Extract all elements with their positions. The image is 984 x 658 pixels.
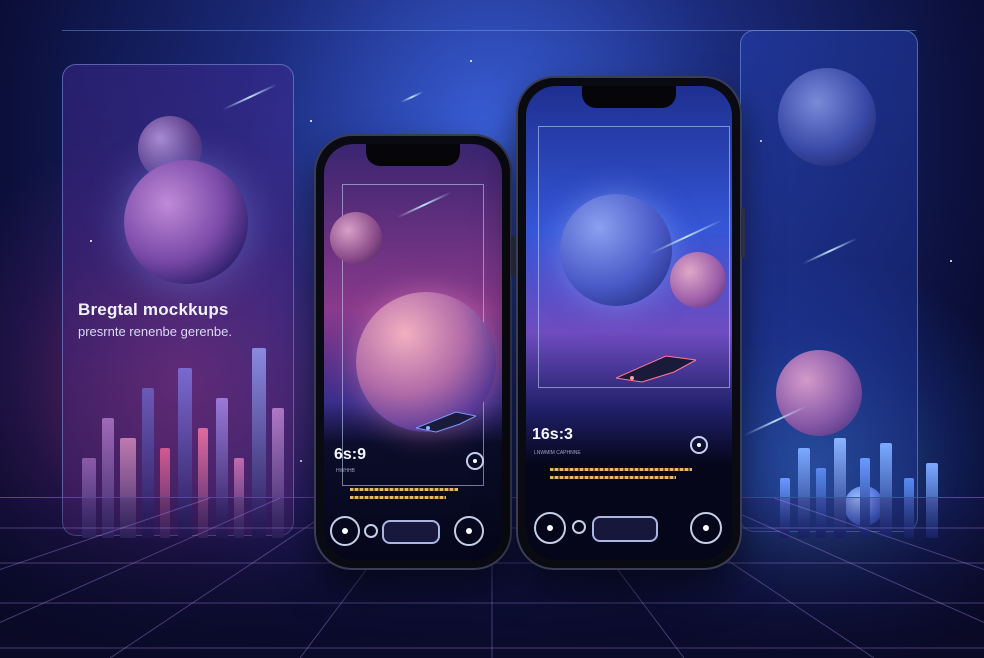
- light-streak: [400, 91, 424, 103]
- headline-title: Bregtal mockkups: [78, 300, 229, 319]
- right-circle-button[interactable]: [690, 512, 722, 544]
- screen-readout: 6s:9: [334, 446, 367, 463]
- headline-subtitle: presrnte renenbe gerenbe.: [78, 324, 232, 339]
- scene: Bregtal mockkups presrnte renenbe gerenb…: [0, 0, 984, 658]
- phone-notch: [366, 144, 460, 166]
- star: [950, 260, 952, 262]
- phone-side-button: [741, 208, 745, 258]
- planet-top-right: [778, 68, 876, 166]
- star: [310, 120, 312, 122]
- screen-caption: LNWMIM CAPHNNE: [534, 450, 581, 456]
- headline-block: Bregtal mockkups presrnte renenbe gerenb…: [78, 300, 298, 339]
- right-circle-button[interactable]: [454, 516, 484, 546]
- screen-caption: HWHHB: [336, 468, 355, 474]
- progress-bar: [550, 468, 692, 471]
- left-circle-button[interactable]: [330, 516, 360, 546]
- screen-planet-small: [330, 212, 382, 264]
- target-ring-icon[interactable]: [690, 436, 708, 454]
- phone-side-button: [511, 236, 515, 276]
- progress-bar: [350, 496, 446, 499]
- progress-bar: [550, 476, 676, 479]
- phone-notch: [582, 86, 676, 108]
- planet-large-left: [124, 160, 248, 284]
- star: [90, 240, 92, 242]
- progress-bar: [350, 488, 458, 491]
- small-circle-button[interactable]: [364, 524, 378, 538]
- home-pill-button[interactable]: [382, 520, 440, 544]
- screen-readout: 16s:3: [532, 426, 573, 443]
- phone-mockup-right: 16s:3 LNWMIM CAPHNNE: [518, 78, 745, 568]
- star: [760, 140, 762, 142]
- phone-screen-left: 6s:9 HWHHB: [324, 144, 502, 560]
- star: [470, 60, 472, 62]
- left-circle-button[interactable]: [534, 512, 566, 544]
- spaceship-icon: [416, 411, 476, 433]
- phone-mockup-left: 6s:9 HWHHB: [316, 136, 515, 568]
- spaceship-icon: [616, 355, 696, 383]
- phone-screen-right: 16s:3 LNWMIM CAPHNNE: [526, 86, 732, 560]
- home-pill-button[interactable]: [592, 516, 658, 542]
- screen-planet-small: [670, 252, 726, 308]
- target-ring-icon[interactable]: [466, 452, 484, 470]
- planet-bottom-right: [776, 350, 862, 436]
- small-circle-button[interactable]: [572, 520, 586, 534]
